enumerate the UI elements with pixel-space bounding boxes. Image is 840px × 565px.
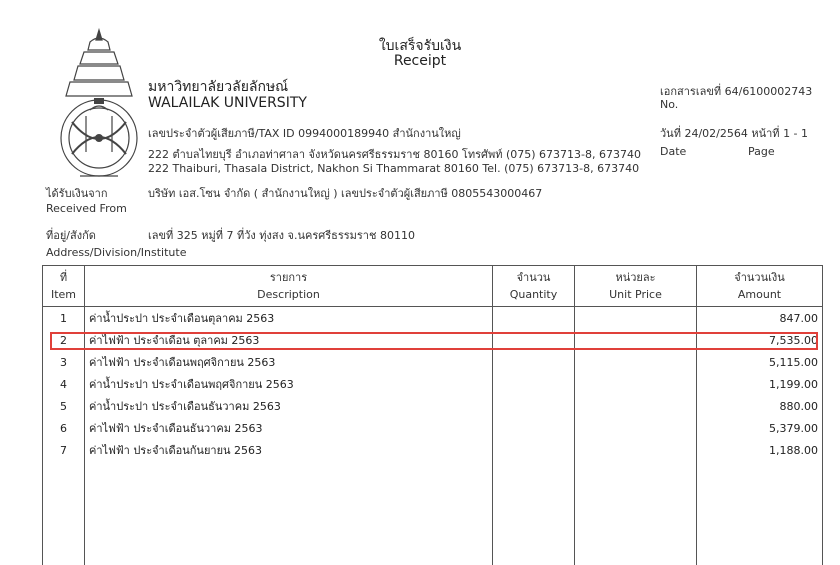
row-item-number: 6 [42,417,85,439]
row-quantity [492,306,575,329]
row-quantity [492,373,575,395]
row-unit-price [574,306,697,329]
row-highlight-box [50,332,818,350]
row-item-number: 1 [42,306,85,329]
table-row: 6 ค่าไฟฟ้า ประจำเดือนธันวาคม 2563 5,379.… [42,417,823,439]
row-item-number: 7 [42,439,85,461]
row-unit-price [574,395,697,417]
address-label-thai: ที่อยู่/สังกัด [46,229,96,242]
row-quantity [492,351,575,373]
received-from-label-thai: ได้รับเงินจาก [46,187,108,200]
page-label-english: Page [748,145,775,158]
row-amount: 1,199.00 [696,373,823,395]
row-unit-price [574,439,697,461]
table-row: 4 ค่าน้ำประปา ประจำเดือนพฤศจิกายน 2563 1… [42,373,823,395]
header-item: ที่ Item [42,265,85,307]
address-value: เลขที่ 325 หมู่ที่ 7 ที่วัง ทุ่งสง จ.นคร… [148,229,415,242]
row-quantity [492,395,575,417]
date-value: 24/02/2564 [684,127,748,140]
address-label-english: Address/Division/Institute [46,246,187,259]
row-description: ค่าน้ำประปา ประจำเดือนตุลาคม 2563 [84,306,493,329]
row-description: ค่าไฟฟ้า ประจำเดือนพฤศจิกายน 2563 [84,351,493,373]
row-description: ค่าไฟฟ้า ประจำเดือนธันวาคม 2563 [84,417,493,439]
document-number-label-english: No. [660,98,679,111]
row-item-number: 4 [42,373,85,395]
date-page: วันที่ 24/02/2564 หน้าที่ 1 - 1 [660,124,808,142]
header-quantity: จำนวน Quantity [492,265,575,307]
row-item-number: 3 [42,351,85,373]
table-row: 7 ค่าไฟฟ้า ประจำเดือนกันยายน 2563 1,188.… [42,439,823,461]
row-amount: 847.00 [696,306,823,329]
header-amount: จำนวนเงิน Amount [696,265,823,307]
table-filler-row [42,461,823,565]
receipt-items-table: ที่ Item รายการ Description จำนวน Quantity … [42,265,823,565]
header-unit-price: หน่วยละ Unit Price [574,265,697,307]
page-label: หน้าที่ [751,127,780,140]
page-value: 1 - 1 [783,127,809,140]
received-from-label-english: Received From [46,202,127,215]
document-number-value: 64/6100002743 [724,85,813,98]
issuer-address-english: 222 Thaiburi, Thasala District, Nakhon S… [148,162,640,175]
issuer-tax-id: เลขประจำตัวผู้เสียภาษี/TAX ID 0994000189… [148,127,461,140]
row-description: ค่าน้ำประปา ประจำเดือนธันวาคม 2563 [84,395,493,417]
row-amount: 1,188.00 [696,439,823,461]
row-description: ค่าไฟฟ้า ประจำเดือนกันยายน 2563 [84,439,493,461]
table-row: 1 ค่าน้ำประปา ประจำเดือนตุลาคม 2563 847.… [42,306,823,329]
row-amount: 880.00 [696,395,823,417]
row-quantity [492,417,575,439]
row-amount: 5,115.00 [696,351,823,373]
document-number: เอกสารเลขที่ 64/6100002743 [660,82,812,100]
receipt-title-english: Receipt [393,53,447,69]
row-item-number: 5 [42,395,85,417]
date-label-english: Date [660,145,687,158]
header-description: รายการ Description [84,265,493,307]
row-unit-price [574,417,697,439]
date-label: วันที่ [660,127,681,140]
table-header-row: ที่ Item รายการ Description จำนวน Quantity … [42,265,823,307]
row-amount: 5,379.00 [696,417,823,439]
table-row: 3 ค่าไฟฟ้า ประจำเดือนพฤศจิกายน 2563 5,11… [42,351,823,373]
row-description: ค่าน้ำประปา ประจำเดือนพฤศจิกายน 2563 [84,373,493,395]
row-unit-price [574,351,697,373]
document-number-label: เอกสารเลขที่ [660,85,722,98]
row-quantity [492,439,575,461]
table-row: 5 ค่าน้ำประปา ประจำเดือนธันวาคม 2563 880… [42,395,823,417]
issuer-address-thai: 222 ตำบลไทยบุรี อำเภอท่าศาลา จังหวัดนครศ… [148,148,642,161]
university-name-english: WALAILAK UNIVERSITY [148,95,307,111]
received-from-value: บริษัท เอส.โซน จำกัด ( สำนักงานใหญ่ ) เล… [148,187,543,200]
row-unit-price [574,373,697,395]
